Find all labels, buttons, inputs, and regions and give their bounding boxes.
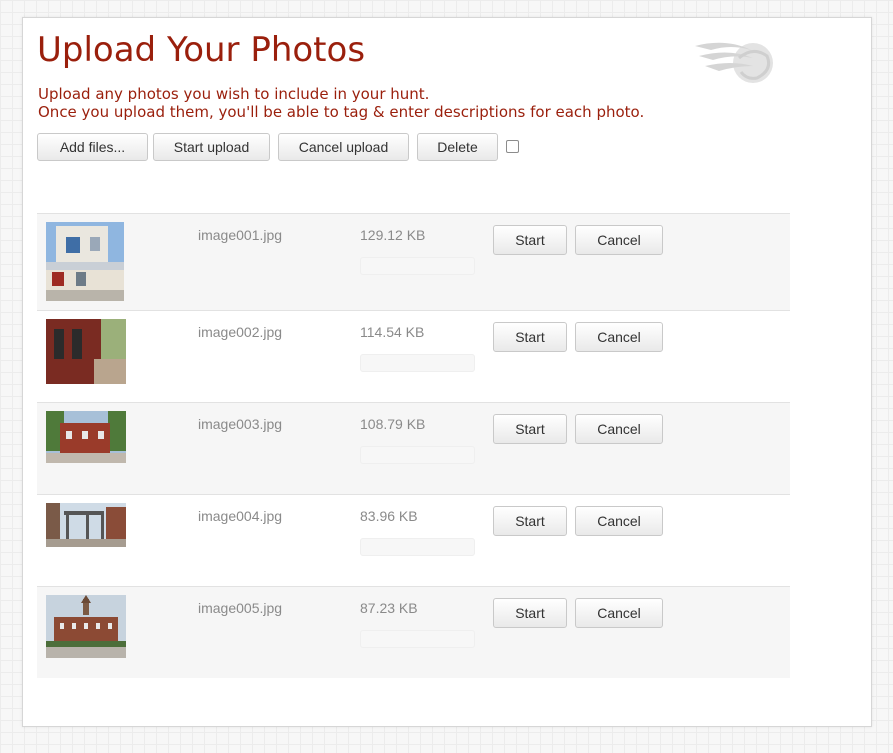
file-row: image002.jpg 114.54 KB Start Cancel [37, 310, 790, 402]
photo-thumbnail-1 [46, 222, 124, 301]
cancel-button[interactable]: Cancel [575, 322, 663, 352]
file-row: image001.jpg 129.12 KB Start Cancel [37, 213, 790, 310]
file-name: image004.jpg [198, 508, 283, 524]
start-button[interactable]: Start [493, 506, 567, 536]
file-row: image003.jpg 108.79 KB Start Cancel [37, 402, 790, 494]
add-files-button[interactable]: Add files... [37, 133, 148, 161]
cancel-button[interactable]: Cancel [575, 598, 663, 628]
cancel-button[interactable]: Cancel [575, 225, 663, 255]
photo-thumbnail-3 [46, 411, 126, 463]
upload-progress-bar [360, 630, 475, 648]
photo-thumbnail-4 [46, 503, 126, 547]
select-all-checkbox[interactable] [506, 140, 519, 153]
file-list: image001.jpg 129.12 KB Start Cancel imag… [37, 213, 790, 678]
start-button[interactable]: Start [493, 598, 567, 628]
start-upload-button[interactable]: Start upload [153, 133, 270, 161]
file-row: image005.jpg 87.23 KB Start Cancel [37, 586, 790, 678]
swoosh-logo-icon [695, 42, 773, 83]
intro-line-1: Upload any photos you wish to include in… [38, 85, 430, 103]
start-button[interactable]: Start [493, 322, 567, 352]
cancel-button[interactable]: Cancel [575, 414, 663, 444]
file-name: image002.jpg [198, 324, 283, 340]
file-size: 87.23 KB [360, 600, 418, 616]
upload-panel: Upload Your Photos Upload any photos you… [22, 17, 872, 727]
start-button[interactable]: Start [493, 414, 567, 444]
upload-progress-bar [360, 354, 475, 372]
cancel-upload-button[interactable]: Cancel upload [278, 133, 409, 161]
upload-progress-bar [360, 538, 475, 556]
cancel-button[interactable]: Cancel [575, 506, 663, 536]
file-name: image003.jpg [198, 416, 283, 432]
file-size: 129.12 KB [360, 227, 426, 243]
upload-progress-bar [360, 446, 475, 464]
photo-thumbnail-2 [46, 319, 126, 384]
file-size: 114.54 KB [360, 324, 425, 340]
file-name: image001.jpg [198, 227, 283, 243]
upload-progress-bar [360, 257, 475, 275]
file-size: 83.96 KB [360, 508, 418, 524]
file-size: 108.79 KB [360, 416, 426, 432]
file-row: image004.jpg 83.96 KB Start Cancel [37, 494, 790, 586]
start-button[interactable]: Start [493, 225, 567, 255]
intro-text: Upload any photos you wish to include in… [38, 85, 644, 121]
file-name: image005.jpg [198, 600, 283, 616]
page-title: Upload Your Photos [37, 30, 366, 70]
photo-thumbnail-5 [46, 595, 126, 658]
delete-button[interactable]: Delete [417, 133, 498, 161]
intro-line-2: Once you upload them, you'll be able to … [38, 103, 645, 121]
